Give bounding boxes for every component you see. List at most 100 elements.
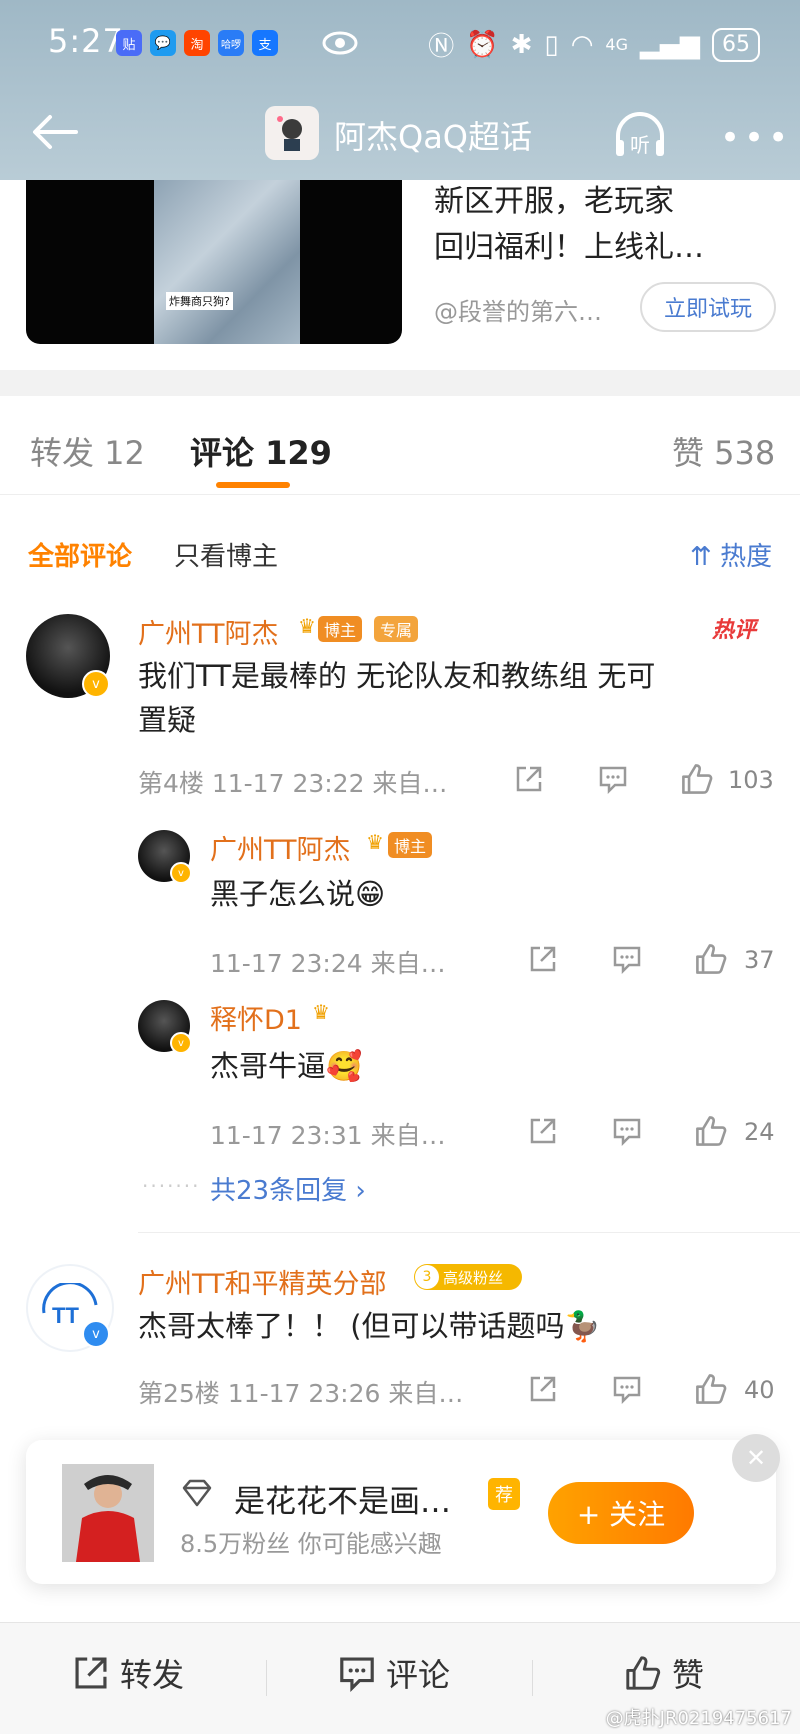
reply-text: 黑子怎么说😁 [210, 877, 386, 911]
like-icon[interactable] [694, 1372, 728, 1406]
verified-badge-icon: v [170, 862, 192, 884]
suggested-user-avatar[interactable] [62, 1464, 154, 1562]
more-options-icon[interactable]: ••• [720, 118, 792, 158]
try-now-button[interactable]: 立即试玩 [640, 282, 776, 332]
comment-meta: 第4楼 11-17 23:22 来自… [138, 769, 448, 798]
like-icon[interactable] [694, 1114, 728, 1148]
eye-icon [322, 31, 358, 55]
taobao-app-icon: 淘 [184, 30, 210, 56]
share-icon[interactable] [528, 944, 558, 974]
fan-level-label: 高级粉丝 [443, 1268, 504, 1287]
bottom-separator [532, 1660, 533, 1696]
headphones-listen-icon[interactable]: 听 [612, 110, 668, 160]
svg-text:TT: TT [52, 1303, 79, 1328]
comment-divider [138, 1232, 800, 1233]
chat-app-icon: 💬 [150, 30, 176, 56]
reply-text: 杰哥牛逼🥰 [210, 1049, 363, 1083]
share-icon [75, 1657, 107, 1689]
page-title: 阿杰QaQ超话 [334, 118, 532, 156]
like-count: 40 [744, 1376, 775, 1404]
wifi-icon: ◠ [570, 29, 594, 60]
share-icon[interactable] [528, 1116, 558, 1146]
alipay-app-icon: 支 [252, 30, 278, 56]
comment-icon [340, 1657, 374, 1692]
fan-level-number: 3 [415, 1265, 439, 1289]
sort-by-heat[interactable]: ⇈ 热度 [690, 536, 772, 573]
author-badge: 博主 [318, 616, 363, 642]
view-all-replies-link[interactable]: 共23条回复 › [210, 1170, 366, 1207]
reply-meta: 11-17 23:24 来自… [210, 949, 446, 978]
share-icon[interactable] [514, 764, 544, 794]
supertopic-avatar[interactable] [265, 106, 319, 160]
verified-badge-icon: v [170, 1032, 192, 1054]
bluetooth-icon: ✱ [510, 29, 533, 60]
bottom-comment-button[interactable]: 评论 [338, 1650, 450, 1696]
crown-icon: ♛ [312, 1000, 330, 1024]
tieba-app-icon: 贴 [116, 30, 142, 56]
like-count: 24 [744, 1118, 775, 1146]
close-icon[interactable]: ✕ [732, 1434, 780, 1482]
like-count: 103 [728, 766, 774, 794]
nfc-icon: Ⓝ [428, 32, 455, 62]
bottom-comment-label: 评论 [386, 1656, 451, 1694]
crown-icon: ♛ [366, 830, 384, 854]
vibrate-icon: ▯ [544, 29, 559, 60]
comment-text: 杰哥太棒了！！ (但可以带话题吗🦆 [138, 1309, 601, 1343]
replies-dots: ······· [142, 1174, 201, 1198]
verified-badge-icon: v [82, 1320, 110, 1348]
reply-username[interactable]: 广州TT阿杰 [210, 828, 351, 867]
active-tab-indicator [216, 482, 290, 488]
tab-comment[interactable]: 评论 129 [190, 428, 332, 474]
watermark: @虎扑JR0219475617 [605, 1708, 792, 1729]
tab-divider [0, 494, 800, 495]
share-icon[interactable] [528, 1374, 558, 1404]
bottom-like-button[interactable]: 赞 [624, 1650, 704, 1696]
suggested-user-subtitle: 8.5万粉丝 你可能感兴趣 [180, 1530, 442, 1558]
video-frame: 炸舞商只狗? [154, 180, 300, 344]
fan-level-badge: 3 高级粉丝 [414, 1264, 522, 1290]
video-caption: 炸舞商只狗? [166, 292, 233, 310]
back-arrow-icon[interactable] [30, 112, 80, 152]
comment-meta: 第25楼 11-17 23:26 来自… [138, 1379, 464, 1408]
status-icons: Ⓝ ⏰ ✱ ▯ ◠ 4G ▂▄▆ 65 [428, 26, 760, 63]
exclusive-badge: 专属 [374, 616, 419, 642]
recommend-badge: 荐 [488, 1478, 520, 1510]
comment-username[interactable]: 广州TT阿杰 [138, 612, 279, 651]
verified-badge-icon: v [82, 670, 110, 698]
alarm-icon: ⏰ [466, 29, 499, 60]
like-icon[interactable] [680, 762, 714, 796]
sort-label: 热度 [720, 542, 773, 572]
filter-all-comments[interactable]: 全部评论 [28, 536, 132, 573]
battery-indicator: 65 [712, 27, 760, 62]
like-icon [626, 1656, 661, 1690]
bottom-like-label: 赞 [672, 1656, 705, 1694]
bottom-repost-label: 转发 [120, 1656, 185, 1694]
suggested-user-name[interactable]: 是花花不是画… [234, 1476, 451, 1521]
comment-icon[interactable] [612, 1116, 642, 1146]
bottom-repost-button[interactable]: 转发 [72, 1650, 184, 1696]
comment-icon[interactable] [612, 1374, 642, 1404]
cartoon-avatar-icon [277, 116, 302, 151]
promo-video-thumbnail[interactable]: 炸舞商只狗? [26, 180, 402, 344]
promo-title-line1: 新区开服，老玩家 [434, 184, 674, 219]
like-icon[interactable] [694, 942, 728, 976]
like-count: 37 [744, 946, 775, 974]
hot-comment-tag: 热评 [712, 618, 757, 643]
reply-meta: 11-17 23:31 来自… [210, 1121, 446, 1150]
tab-repost[interactable]: 转发 12 [30, 428, 145, 474]
signal-icon: ▂▄▆ [640, 29, 700, 60]
comment-text-line2: 置疑 [138, 703, 197, 737]
tab-like[interactable]: 赞 538 [672, 428, 775, 474]
diamond-icon [182, 1479, 212, 1507]
comment-username[interactable]: 广州TT和平精英分部 [138, 1262, 387, 1301]
comment-text-line1: 我们TT是最棒的 无论队友和教练组 无可 [138, 659, 656, 693]
filter-author-only[interactable]: 只看博主 [174, 536, 278, 573]
follow-button[interactable]: + 关注 [548, 1482, 694, 1544]
person-photo-icon [62, 1464, 154, 1562]
comment-icon[interactable] [612, 944, 642, 974]
sort-icon: ⇈ [690, 542, 721, 572]
comment-icon[interactable] [598, 764, 628, 794]
crown-icon: ♛ [298, 614, 316, 638]
bottom-separator [266, 1660, 267, 1696]
reply-username[interactable]: 释怀D1 [210, 998, 302, 1037]
